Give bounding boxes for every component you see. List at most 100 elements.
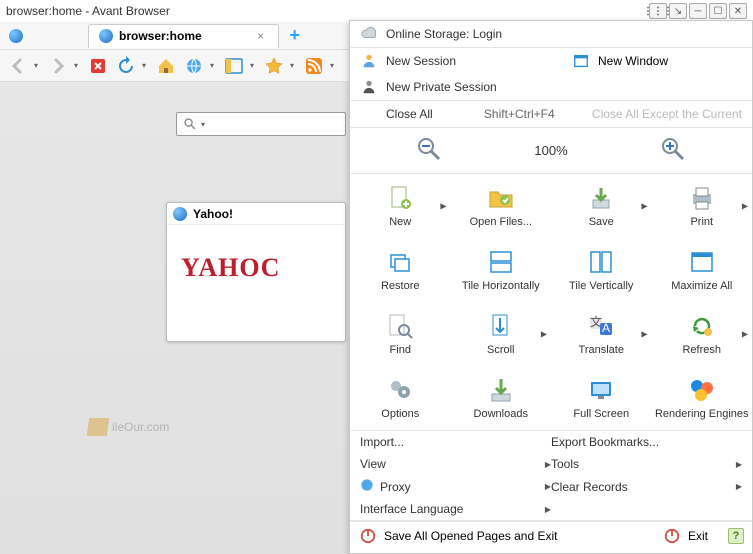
- speed-dial-yahoo[interactable]: Yahoo! YAHOC: [166, 202, 346, 342]
- options-icon: [386, 376, 414, 404]
- menu-rendering-engines[interactable]: Rendering Engines: [652, 366, 753, 430]
- tile-v-icon: [587, 248, 615, 276]
- menu-clear-records[interactable]: Clear Records▶: [551, 478, 742, 495]
- menu-full-screen[interactable]: Full Screen: [551, 366, 652, 430]
- menu-grid-button[interactable]: ⋮⋮⋮: [649, 3, 667, 19]
- menu-online-storage[interactable]: Online Storage: Login: [350, 21, 752, 47]
- close-button[interactable]: ✕: [729, 3, 747, 19]
- new-session-icon: [360, 52, 378, 70]
- svg-text:A: A: [602, 321, 610, 335]
- globe-icon: [173, 207, 187, 221]
- menu-new-session[interactable]: New Session: [386, 54, 564, 68]
- bookmarks-sidebar-button[interactable]: [222, 54, 246, 78]
- menu-downloads[interactable]: Downloads: [451, 366, 552, 430]
- window-title: browser:home - Avant Browser: [6, 4, 649, 18]
- search-engine-caret[interactable]: ▾: [201, 120, 209, 129]
- menu-tile-horizontally[interactable]: Tile Horizontally: [451, 238, 552, 302]
- private-session-icon: [360, 78, 378, 96]
- refresh-icon: [688, 312, 716, 340]
- new-window-icon: [572, 52, 590, 70]
- minimize-button[interactable]: ─: [689, 3, 707, 19]
- menu-open-files[interactable]: Open Files...: [451, 174, 552, 238]
- rss-button[interactable]: [302, 54, 326, 78]
- speed-dial-title: Yahoo!: [193, 207, 233, 221]
- menu-maximize-all[interactable]: Maximize All: [652, 238, 753, 302]
- menu-exit[interactable]: Exit: [654, 522, 718, 550]
- zoom-out-button[interactable]: [416, 136, 442, 165]
- tile-h-icon: [487, 248, 515, 276]
- chevron-right-icon: ▶: [641, 202, 647, 211]
- menu-view[interactable]: View▶: [360, 456, 551, 472]
- menu-options[interactable]: Options: [350, 366, 451, 430]
- zoom-level: 100%: [534, 143, 567, 158]
- back-button[interactable]: [6, 54, 30, 78]
- menu-tile-vertically[interactable]: Tile Vertically: [551, 238, 652, 302]
- menu-find[interactable]: Find: [350, 302, 451, 366]
- favorites-caret[interactable]: ▾: [290, 61, 298, 70]
- tab-close-icon[interactable]: ×: [254, 29, 268, 43]
- menu-interface-language[interactable]: Interface Language▶: [360, 501, 551, 517]
- maximize-icon: [688, 248, 716, 276]
- globe-icon: [99, 29, 113, 43]
- fileour-box-icon: [87, 418, 110, 436]
- menu-proxy[interactable]: Proxy▶: [360, 478, 551, 495]
- app-globe-icon: [4, 24, 28, 48]
- reload-caret[interactable]: ▾: [142, 61, 150, 70]
- reload-button[interactable]: [114, 54, 138, 78]
- tab-home[interactable]: browser:home ×: [88, 24, 279, 48]
- back-history-caret[interactable]: ▾: [34, 61, 42, 70]
- translate-icon: 文A: [587, 312, 615, 340]
- forward-history-caret[interactable]: ▾: [74, 61, 82, 70]
- restore-icon: [386, 248, 414, 276]
- power-icon: [664, 528, 680, 544]
- scroll-icon: [487, 312, 515, 340]
- help-button[interactable]: ?: [728, 528, 744, 544]
- menu-scroll[interactable]: Scroll▶: [451, 302, 552, 366]
- new-tab-button[interactable]: +: [285, 26, 305, 46]
- proxy-globe-icon: [360, 478, 374, 495]
- chevron-right-icon: ▶: [736, 482, 742, 491]
- chevron-right-icon: ▶: [440, 202, 446, 211]
- search-input[interactable]: ▾: [176, 112, 346, 136]
- tab-label: browser:home: [119, 29, 202, 43]
- zoom-in-button[interactable]: [660, 136, 686, 165]
- save-icon: [587, 184, 615, 212]
- systray-button[interactable]: ↘: [669, 3, 687, 19]
- home-button[interactable]: [154, 54, 178, 78]
- chevron-right-icon: ▶: [736, 460, 742, 469]
- menu-new[interactable]: New▶: [350, 174, 451, 238]
- menu-new-private-session[interactable]: New Private Session: [350, 74, 752, 100]
- menu-import[interactable]: Import...: [360, 434, 551, 450]
- chevron-right-icon: ▶: [742, 330, 748, 339]
- menu-print[interactable]: Print▶: [652, 174, 753, 238]
- menu-translate[interactable]: 文ATranslate▶: [551, 302, 652, 366]
- chevron-right-icon: ▶: [742, 202, 748, 211]
- menu-close-all[interactable]: Close All: [386, 107, 476, 121]
- yahoo-logo: YAHOC: [167, 225, 345, 283]
- favorites-button[interactable]: [262, 54, 286, 78]
- downloads-icon: [487, 376, 515, 404]
- sidebar-caret[interactable]: ▾: [250, 61, 258, 70]
- engines-icon: [688, 376, 716, 404]
- menu-new-window[interactable]: New Window: [572, 52, 742, 70]
- main-menu-panel: Online Storage: Login New Session New Wi…: [349, 20, 753, 554]
- stop-button[interactable]: [86, 54, 110, 78]
- home-caret[interactable]: ▾: [210, 61, 218, 70]
- menu-save[interactable]: Save▶: [551, 174, 652, 238]
- rss-caret[interactable]: ▾: [330, 61, 338, 70]
- chevron-right-icon: ▶: [541, 330, 547, 339]
- forward-button[interactable]: [46, 54, 70, 78]
- shortcut-text: Shift+Ctrl+F4: [484, 107, 584, 121]
- menu-restore[interactable]: Restore: [350, 238, 451, 302]
- power-icon: [360, 528, 376, 544]
- home-globe-button[interactable]: [182, 54, 206, 78]
- find-icon: [386, 312, 414, 340]
- maximize-button[interactable]: ☐: [709, 3, 727, 19]
- menu-tools[interactable]: Tools▶: [551, 456, 742, 472]
- chevron-right-icon: ▶: [641, 330, 647, 339]
- menu-save-and-exit[interactable]: Save All Opened Pages and Exit: [350, 522, 654, 550]
- menu-export-bookmarks[interactable]: Export Bookmarks...: [551, 434, 742, 450]
- cloud-icon: [360, 25, 378, 43]
- menu-refresh[interactable]: Refresh▶: [652, 302, 753, 366]
- watermark: ileOur.com: [88, 418, 169, 436]
